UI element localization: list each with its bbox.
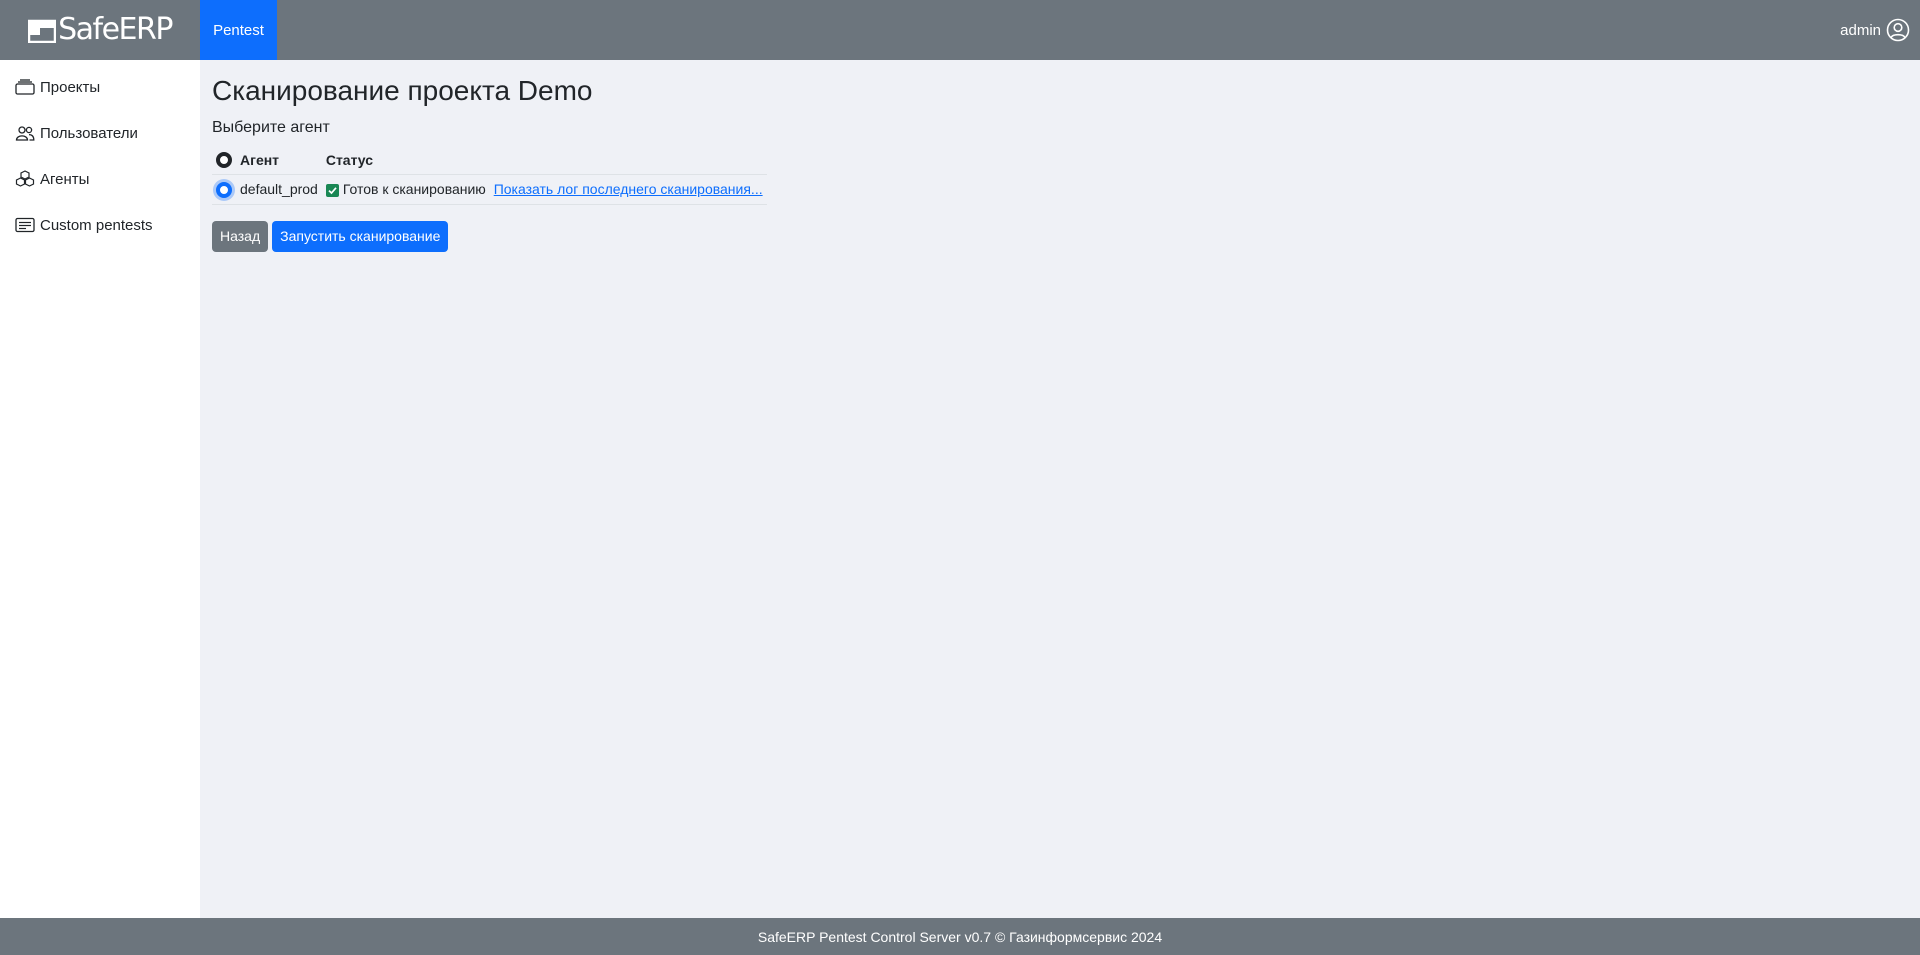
sidebar-item-custom-pentests[interactable]: Custom pentests bbox=[0, 202, 200, 248]
person-circle-icon bbox=[1886, 18, 1910, 42]
agent-name: default_prod bbox=[236, 174, 322, 205]
user-name: admin bbox=[1840, 21, 1881, 39]
brand-logo[interactable]: SafeERP bbox=[0, 0, 200, 60]
collection-icon bbox=[15, 78, 37, 96]
top-navbar: SafeERP Pentest admin bbox=[0, 0, 1920, 60]
show-log-link[interactable]: Показать лог последнего сканирования... bbox=[494, 181, 763, 197]
sidebar-item-label: Custom pentests bbox=[40, 216, 153, 234]
footer-text: SafeERP Pentest Control Server v0.7 © Га… bbox=[757, 928, 1163, 945]
row-radio-cell bbox=[212, 174, 236, 205]
sidebar-item-label: Агенты bbox=[40, 170, 90, 188]
start-scan-button[interactable]: Запустить сканирование bbox=[272, 220, 449, 252]
table-row[interactable]: default_prod Готов к сканированию Показа… bbox=[212, 174, 767, 205]
header-radio[interactable] bbox=[216, 152, 232, 169]
brand-name: SafeERP bbox=[58, 12, 173, 47]
sidebar-item-users[interactable]: Пользователи bbox=[0, 110, 200, 156]
boxes-icon bbox=[15, 170, 37, 188]
agent-status-cell: Готов к сканированию Показать лог послед… bbox=[321, 174, 767, 205]
agent-status: Готов к сканированию bbox=[342, 181, 486, 197]
nav-tab-pentest[interactable]: Pentest bbox=[200, 0, 277, 60]
check-icon bbox=[325, 184, 339, 197]
sidebar-item-label: Проекты bbox=[40, 78, 101, 96]
table-header-row: Агент Статус bbox=[212, 146, 767, 175]
header-status: Статус bbox=[321, 146, 767, 175]
people-icon bbox=[15, 124, 37, 142]
sidebar-item-projects[interactable]: Проекты bbox=[0, 64, 200, 110]
action-buttons: Назад Запустить сканирование bbox=[212, 220, 1920, 252]
logo-icon bbox=[28, 19, 57, 43]
sidebar-item-label: Пользователи bbox=[40, 124, 138, 142]
agents-table: Агент Статус default_prod Готов к сканир… bbox=[212, 146, 767, 205]
sidebar-item-agents[interactable]: Агенты bbox=[0, 156, 200, 202]
agent-radio[interactable] bbox=[216, 181, 232, 198]
header-radio-cell bbox=[212, 146, 236, 175]
header-agent: Агент bbox=[236, 146, 322, 175]
main-content: Сканирование проекта Demo Выберите агент… bbox=[200, 60, 1920, 918]
select-agent-label: Выберите агент bbox=[212, 119, 330, 136]
footer: SafeERP Pentest Control Server v0.7 © Га… bbox=[0, 918, 1920, 955]
page-title: Сканирование проекта Demo bbox=[212, 75, 593, 106]
sidebar: Проекты Пользователи Агенты Custom pente… bbox=[0, 60, 200, 918]
user-menu[interactable]: admin bbox=[1840, 0, 1920, 60]
card-text-icon bbox=[15, 216, 37, 234]
back-button[interactable]: Назад bbox=[212, 220, 269, 252]
